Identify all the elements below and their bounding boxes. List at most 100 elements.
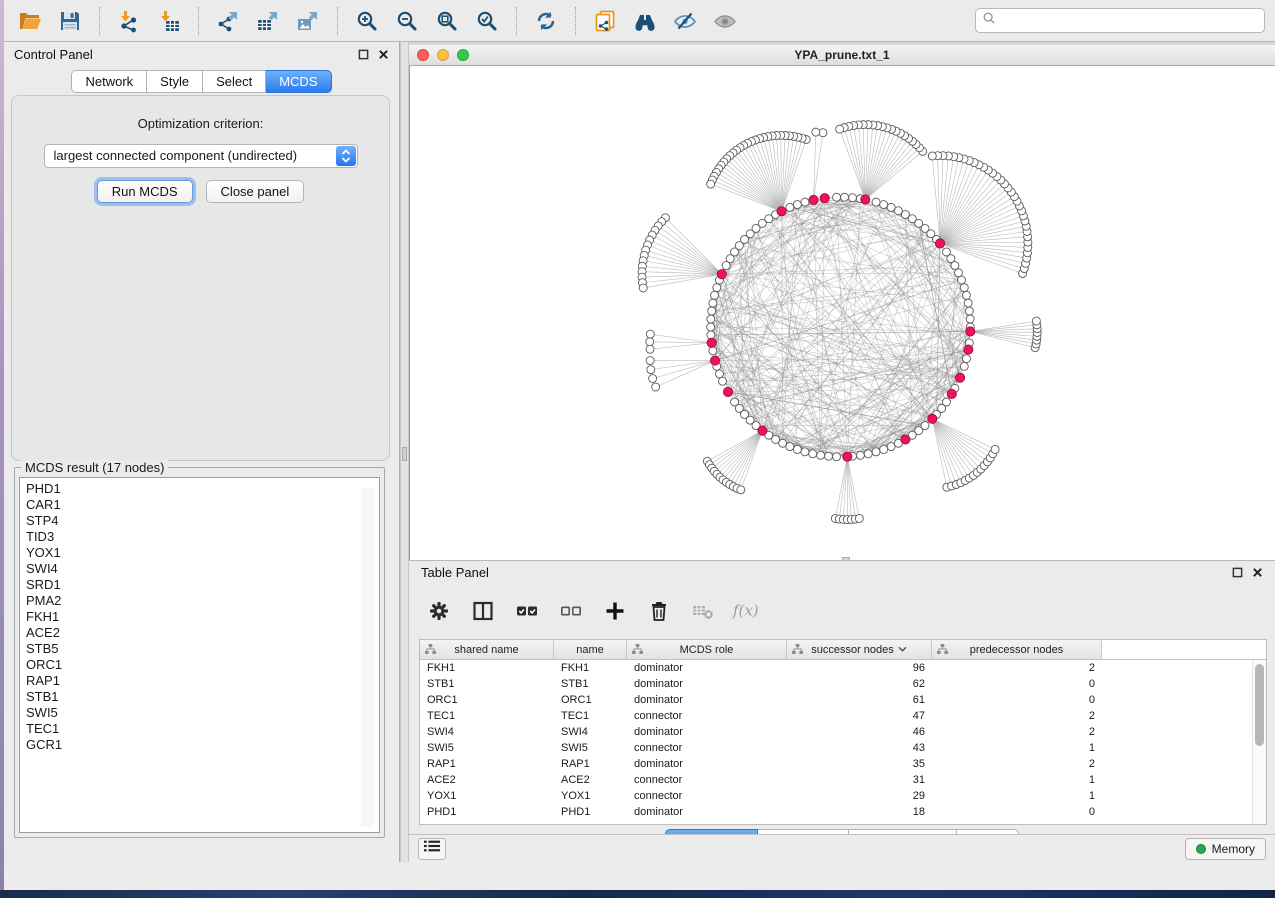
network-node[interactable] xyxy=(639,284,647,292)
column-header-name[interactable]: name xyxy=(554,640,627,659)
table-row[interactable]: TEC1TEC1connector472 xyxy=(420,708,1252,724)
network-node[interactable] xyxy=(954,269,962,277)
network-node[interactable] xyxy=(836,125,844,133)
network-node[interactable] xyxy=(793,201,801,209)
table-row[interactable]: ACE2ACE2connector311 xyxy=(420,772,1252,788)
network-node[interactable] xyxy=(786,443,794,451)
network-node[interactable] xyxy=(709,299,717,307)
table-cell[interactable]: connector xyxy=(627,788,787,804)
tab-select[interactable]: Select xyxy=(203,70,266,93)
network-node[interactable] xyxy=(707,323,715,331)
network-node[interactable] xyxy=(942,398,950,406)
mcds-result-item[interactable]: STB1 xyxy=(26,689,379,705)
table-cell[interactable]: YOX1 xyxy=(420,788,554,804)
mcds-result-item[interactable]: RAP1 xyxy=(26,673,379,689)
table-cell[interactable]: 43 xyxy=(787,740,932,756)
network-node[interactable] xyxy=(962,291,970,299)
table-cell[interactable]: 2 xyxy=(932,660,1102,676)
network-node[interactable] xyxy=(722,262,730,270)
mcds-result-item[interactable]: CAR1 xyxy=(26,497,379,513)
network-node[interactable] xyxy=(801,448,809,456)
table-cell[interactable]: dominator xyxy=(627,756,787,772)
mcds-node[interactable] xyxy=(935,239,944,248)
mcds-node[interactable] xyxy=(717,270,726,279)
table-cell[interactable]: 1 xyxy=(932,740,1102,756)
network-node[interactable] xyxy=(848,194,856,202)
table-cell[interactable]: FKH1 xyxy=(554,660,627,676)
table-cell[interactable]: SWI5 xyxy=(554,740,627,756)
export-table-icon[interactable] xyxy=(251,4,285,38)
table-cell[interactable]: RAP1 xyxy=(554,756,627,772)
mcds-node[interactable] xyxy=(723,387,732,396)
table-cell[interactable]: SWI4 xyxy=(554,724,627,740)
import-network-icon[interactable] xyxy=(112,4,146,38)
table-cell[interactable]: ORC1 xyxy=(420,692,554,708)
network-node[interactable] xyxy=(1032,317,1040,325)
table-row[interactable]: SWI4SWI4dominator462 xyxy=(420,724,1252,740)
table-cell[interactable]: SWI5 xyxy=(420,740,554,756)
search-box[interactable] xyxy=(975,8,1265,33)
network-node[interactable] xyxy=(786,203,794,211)
float-window-icon[interactable] xyxy=(358,49,369,60)
network-node[interactable] xyxy=(966,315,974,323)
network-node[interactable] xyxy=(707,315,715,323)
table-cell[interactable]: dominator xyxy=(627,804,787,820)
table-cell[interactable]: 0 xyxy=(932,676,1102,692)
table-cell[interactable]: connector xyxy=(627,708,787,724)
tab-network[interactable]: Network xyxy=(71,70,147,93)
zoom-selected-icon[interactable] xyxy=(470,4,504,38)
table-cell[interactable]: ORC1 xyxy=(554,692,627,708)
mcds-node[interactable] xyxy=(861,195,870,204)
table-row[interactable]: PHD1PHD1dominator180 xyxy=(420,804,1252,820)
network-canvas[interactable] xyxy=(409,66,1275,560)
table-cell[interactable]: 62 xyxy=(787,676,932,692)
table-cell[interactable]: 1 xyxy=(932,772,1102,788)
network-node[interactable] xyxy=(960,362,968,370)
table-cell[interactable]: FKH1 xyxy=(420,660,554,676)
table-cell[interactable]: PHD1 xyxy=(554,804,627,820)
tab-mcds[interactable]: MCDS xyxy=(266,70,331,93)
network-node[interactable] xyxy=(719,377,727,385)
mcds-result-item[interactable]: STP4 xyxy=(26,513,379,529)
zoom-in-icon[interactable] xyxy=(350,4,384,38)
network-node[interactable] xyxy=(921,422,929,430)
table-scrollbar-thumb[interactable] xyxy=(1255,664,1264,746)
mcds-node[interactable] xyxy=(777,207,786,216)
network-node[interactable] xyxy=(833,193,841,201)
network-node[interactable] xyxy=(825,452,833,460)
mcds-result-item[interactable]: GCR1 xyxy=(26,737,379,753)
table-cell[interactable]: YOX1 xyxy=(554,788,627,804)
memory-button[interactable]: Memory xyxy=(1185,838,1266,860)
network-file-icon[interactable] xyxy=(588,4,622,38)
network-node[interactable] xyxy=(793,445,801,453)
network-node[interactable] xyxy=(713,284,721,292)
network-node[interactable] xyxy=(887,203,895,211)
network-node[interactable] xyxy=(872,198,880,206)
network-graph[interactable] xyxy=(410,66,1275,560)
column-header-successor-nodes[interactable]: successor nodes xyxy=(787,640,932,659)
run-mcds-button[interactable]: Run MCDS xyxy=(97,180,193,203)
search-network-icon[interactable] xyxy=(628,4,662,38)
network-node[interactable] xyxy=(646,330,654,338)
table-cell[interactable]: connector xyxy=(627,740,787,756)
mcds-node[interactable] xyxy=(707,338,716,347)
table-cell[interactable]: 47 xyxy=(787,708,932,724)
table-cell[interactable]: SWI4 xyxy=(420,724,554,740)
table-cell[interactable]: 96 xyxy=(787,660,932,676)
open-file-icon[interactable] xyxy=(13,4,47,38)
table-row[interactable]: FKH1FKH1dominator962 xyxy=(420,660,1252,676)
menu-list-button[interactable] xyxy=(418,838,446,860)
table-cell[interactable]: 2 xyxy=(932,708,1102,724)
mcds-node[interactable] xyxy=(947,389,956,398)
mcds-node[interactable] xyxy=(809,195,818,204)
mcds-result-item[interactable]: SWI5 xyxy=(26,705,379,721)
save-session-icon[interactable] xyxy=(53,4,87,38)
mcds-list-scrollbar[interactable] xyxy=(361,488,374,827)
add-row-icon[interactable] xyxy=(599,595,631,627)
float-window-icon[interactable] xyxy=(1232,567,1243,578)
export-image-icon[interactable] xyxy=(291,4,325,38)
table-cell[interactable]: 31 xyxy=(787,772,932,788)
mcds-node[interactable] xyxy=(966,327,975,336)
table-cell[interactable]: 2 xyxy=(932,756,1102,772)
table-cell[interactable]: TEC1 xyxy=(554,708,627,724)
